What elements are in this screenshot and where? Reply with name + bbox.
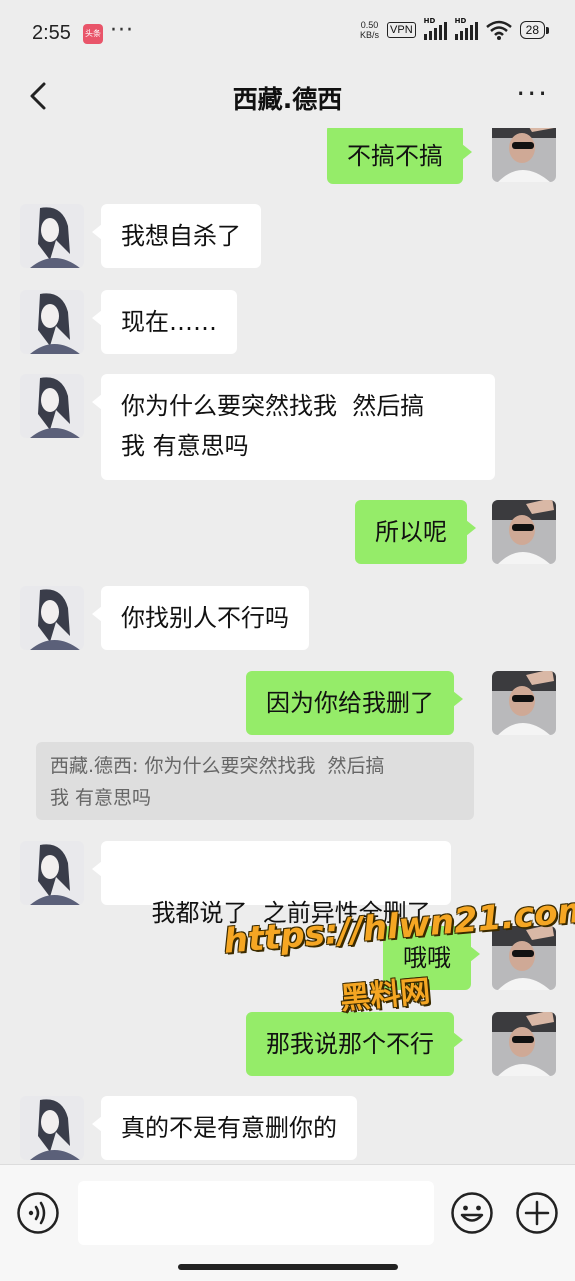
message-text: 不搞不搞 [347,142,443,170]
message-bubble-incoming[interactable]: 真的不是有意删你的 [92,1096,357,1160]
chat-title: 西藏.德西 [232,85,343,114]
contact-avatar[interactable] [20,1096,84,1160]
signal-icon-1: HD [423,17,447,40]
message-text: 现在…… [121,308,217,336]
message-input[interactable] [78,1181,434,1245]
watermark-name: 黑料网 [338,974,432,1017]
emoji-icon[interactable] [450,1191,494,1235]
message-text: 真的不是有意删你的 [121,1114,337,1142]
contact-avatar[interactable] [20,290,84,354]
message-text: 我想自杀了 [121,222,241,250]
more-dots-icon[interactable]: ··· [516,80,549,108]
message-bubble-outgoing[interactable]: 所以呢 [355,500,476,564]
message-text: 那我说那个不行 [266,1030,434,1058]
message-bubble-outgoing[interactable]: 那我说那个不行 [246,1012,463,1076]
contact-avatar[interactable] [20,204,84,268]
status-indicators: 0.50 KB/s VPN HD HD 28 [360,17,550,40]
self-avatar[interactable] [492,500,556,564]
message-text: 因为你给我删了 [266,689,434,717]
wifi-icon [485,20,512,40]
message-bubble-outgoing[interactable]: 因为你给我删了 [246,671,463,735]
quoted-text-line: 西藏.德西: 你为什么要突然找我 然后搞 [50,755,385,777]
contact-avatar[interactable] [20,841,84,905]
message-bubble-outgoing[interactable]: 不搞不搞 [327,128,472,184]
contact-avatar[interactable] [20,374,84,438]
network-speed-unit: KB/s [360,30,380,40]
signal-icon-2: HD [454,17,478,40]
notification-more-icon: ··· [110,18,134,43]
message-text: 所以呢 [375,518,447,546]
plus-icon[interactable] [515,1191,559,1235]
message-bubble-incoming[interactable]: 现在…… [92,290,237,354]
vpn-icon: VPN [387,22,416,38]
battery-icon: 28 [519,21,550,39]
network-speed-value: 0.50 [360,20,379,30]
voice-icon[interactable] [16,1191,60,1235]
home-indicator[interactable] [178,1264,398,1270]
status-time: 2:55 [32,22,71,44]
notification-app-icon: 头条 [83,24,103,44]
self-avatar[interactable] [492,1012,556,1076]
hd-label-1: HD [423,17,436,25]
chat-header: 西藏.德西 ··· [0,66,575,128]
message-bubble-incoming[interactable]: 你为什么要突然找我 然后搞 我 有意思吗 [92,374,495,480]
status-bar: 2:55 头条 ··· 0.50 KB/s VPN HD HD 28 [0,0,575,66]
quoted-message[interactable]: 西藏.德西: 你为什么要突然找我 然后搞 我 有意思吗 [36,742,474,820]
hd-label-2: HD [454,17,467,25]
quoted-text-line: 我 有意思吗 [50,787,152,809]
message-text-line: 我 有意思吗 [121,432,249,460]
message-bubble-incoming[interactable]: 我想自杀了 [92,204,261,268]
message-text-line: 你为什么要突然找我 然后搞 [121,392,425,420]
self-avatar[interactable] [492,671,556,735]
self-avatar[interactable] [492,128,556,182]
message-list[interactable]: 不搞不搞 我想自杀了 现在…… 你为什么要突然找我 然后搞 我 有意思吗 所以呢… [0,128,575,1164]
contact-avatar[interactable] [20,586,84,650]
message-bubble-incoming[interactable]: 我都说了 之前异性全删了 [92,841,451,927]
message-bubble-incoming[interactable]: 你找别人不行吗 [92,586,309,650]
network-speed: 0.50 KB/s [360,20,379,40]
message-text: 你找别人不行吗 [121,604,289,632]
